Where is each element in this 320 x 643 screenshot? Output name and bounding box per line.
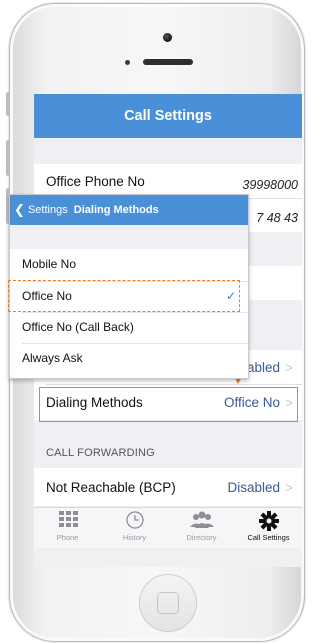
option-office-no-callback[interactable]: Office No (Call Back) [10,312,248,342]
option-label: Office No (Call Back) [22,320,134,334]
back-button[interactable]: ❮ Settings Dialing Methods [14,195,159,225]
back-label: Settings [27,204,68,216]
option-label: Always Ask [22,351,83,365]
option-mobile-no[interactable]: Mobile No [10,249,248,279]
section-gap [10,225,248,249]
popup-nav-bar: ❮ Settings Dialing Methods [10,195,248,225]
chevron-left-icon: ❮ [14,202,25,217]
popup-title: Dialing Methods [73,204,159,216]
option-always-ask[interactable]: Always Ask [10,343,248,373]
office-no-highlight [8,280,240,312]
option-label: Mobile No [22,257,77,271]
